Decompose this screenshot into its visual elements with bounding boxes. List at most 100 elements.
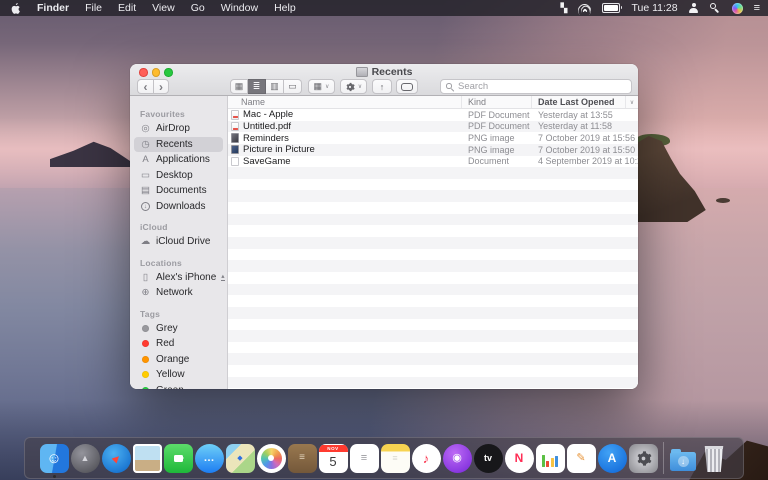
dock-podcasts[interactable]: ◉ [442,438,473,478]
eject-icon[interactable]: ▴ [221,274,224,281]
dock: ☺▲▶…◆≡NOV5≡≡♪◉tvN✎A↓ [24,437,744,479]
dock-trash[interactable] [699,438,730,478]
file-date-last-opened: 4 September 2019 at 10:27 [532,156,626,166]
dock-appstore[interactable]: A [597,438,628,478]
view-segment-icons[interactable]: ▦ [230,79,248,94]
group-by-button[interactable]: ▦ ∨ [308,79,335,94]
empty-row [228,167,638,179]
dock-preview[interactable] [132,438,163,478]
notification-center-icon[interactable]: ≡ [754,0,760,16]
dock-maps[interactable]: ◆ [225,438,256,478]
window-titlebar[interactable]: Recents [130,64,638,79]
view-segment-columns[interactable]: ▥ [266,79,284,94]
airdrop-icon: ◎ [140,123,151,134]
empty-row [228,272,638,284]
tag-button[interactable] [396,79,418,94]
sidebar-item-label: Alex's iPhone [156,272,216,283]
dock-launchpad[interactable]: ▲ [70,438,101,478]
menu-view[interactable]: View [144,0,183,16]
dock-news[interactable]: N [504,438,535,478]
contacts-app-icon: ≡ [288,444,317,473]
table-row[interactable]: Picture in PicturePNG image7 October 201… [228,144,638,156]
view-segment-gallery[interactable]: ▭ [284,79,302,94]
sidebar-item-alex-s-iphone[interactable]: ▯Alex's iPhone▴ [134,270,223,286]
file-name: Reminders [243,133,289,144]
dock-pages[interactable]: ✎ [566,438,597,478]
empty-row [228,190,638,202]
dock-sysprefs[interactable] [628,438,659,478]
sidebar-section-tags: Tags [140,309,227,319]
search-icon [446,82,455,91]
spotlight-search-icon[interactable] [710,3,721,14]
siri-icon[interactable] [732,3,743,14]
share-button[interactable]: ↑ [372,79,392,94]
action-button[interactable]: ∨ [340,79,367,94]
dock-contacts[interactable]: ≡ [287,438,318,478]
table-row[interactable]: Untitled.pdfPDF DocumentYesterday at 11:… [228,121,638,133]
apple-menu-icon[interactable] [8,0,29,16]
menu-go[interactable]: Go [183,0,213,16]
column-header-kind[interactable]: Kind [462,96,532,108]
user-account-icon[interactable] [689,3,699,13]
table-row[interactable]: SaveGameDocument4 September 2019 at 10:2… [228,156,638,168]
forward-button[interactable]: › [153,79,169,94]
menu-finder[interactable]: Finder [29,0,77,16]
table-row[interactable]: Reminders PNG image7 October 2019 at 15:5… [228,132,638,144]
sidebar-item-desktop[interactable]: ▭Desktop [134,168,223,184]
wifi-icon[interactable] [578,3,591,13]
window-chrome: Recents ‹ › ▦≣▥▭ ▦ ∨ ∨ ↑ [130,64,638,96]
sidebar-item-grey[interactable]: Grey [134,321,223,337]
empty-row [228,353,638,365]
chevron-down-icon: ∨ [325,83,329,90]
dock-reminders[interactable]: ≡ [349,438,380,478]
file-date-last-opened: 7 October 2019 at 15:56 [532,133,626,143]
column-header-date-last-opened[interactable]: Date Last Opened [532,96,626,108]
menu-file[interactable]: File [77,0,110,16]
sidebar-item-applications[interactable]: AApplications [134,152,223,168]
dock-notes[interactable]: ≡ [380,438,411,478]
dock-photos[interactable] [256,438,287,478]
tiles-menu-extra-icon[interactable]: ▚ [561,0,568,16]
sidebar-item-downloads[interactable]: ↓Downloads [134,199,223,215]
sidebar-item-yellow[interactable]: Yellow [134,367,223,383]
menu-window[interactable]: Window [213,0,266,16]
sidebar-item-recents[interactable]: ◷Recents [134,137,223,153]
file-name: Mac - Apple [243,109,293,120]
menu-bar-clock[interactable]: Tue 11:28 [631,2,677,14]
file-kind: PNG image [462,145,532,155]
search-field[interactable] [440,79,632,94]
dock-safari[interactable]: ▶ [101,438,132,478]
sidebar-item-red[interactable]: Red [134,336,223,352]
column-options-chevron-icon[interactable]: ∨ [626,96,638,108]
sidebar-item-airdrop[interactable]: ◎ AirDrop [134,121,223,137]
dock-finder[interactable]: ☺ [39,438,70,478]
empty-row [228,342,638,354]
dock-numbers[interactable] [535,438,566,478]
sidebar-item-network[interactable]: ⊕Network [134,285,223,301]
dock-separator [663,442,664,474]
file-kind: PNG image [462,133,532,143]
sidebar-item-icloud-drive[interactable]: ☁iCloud Drive [134,234,223,250]
table-row[interactable]: Mac - ApplePDF DocumentYesterday at 13:5… [228,109,638,121]
sidebar-item-documents[interactable]: ▤Documents [134,183,223,199]
dock-downloads[interactable]: ↓ [668,438,699,478]
dock-tv[interactable]: tv [473,438,504,478]
menu-help[interactable]: Help [266,0,304,16]
empty-row [228,225,638,237]
dock-facetime[interactable] [163,438,194,478]
sysprefs-app-icon [629,444,658,473]
dock-messages[interactable]: … [194,438,225,478]
tag-dot-red [142,340,149,347]
search-input[interactable] [458,81,626,92]
dock-music[interactable]: ♪ [411,438,442,478]
column-header-name[interactable]: Name [228,96,462,108]
back-button[interactable]: ‹ [137,79,153,94]
dock-calendar[interactable]: NOV5 [318,438,349,478]
view-segment-list[interactable]: ≣ [248,79,266,94]
menu-edit[interactable]: Edit [110,0,144,16]
sidebar-item-label: AirDrop [156,123,190,134]
sidebar-item-label: Documents [156,185,207,196]
sidebar-item-orange[interactable]: Orange [134,352,223,368]
sidebar-item-green[interactable]: Green [134,383,223,390]
battery-icon[interactable] [602,3,620,13]
